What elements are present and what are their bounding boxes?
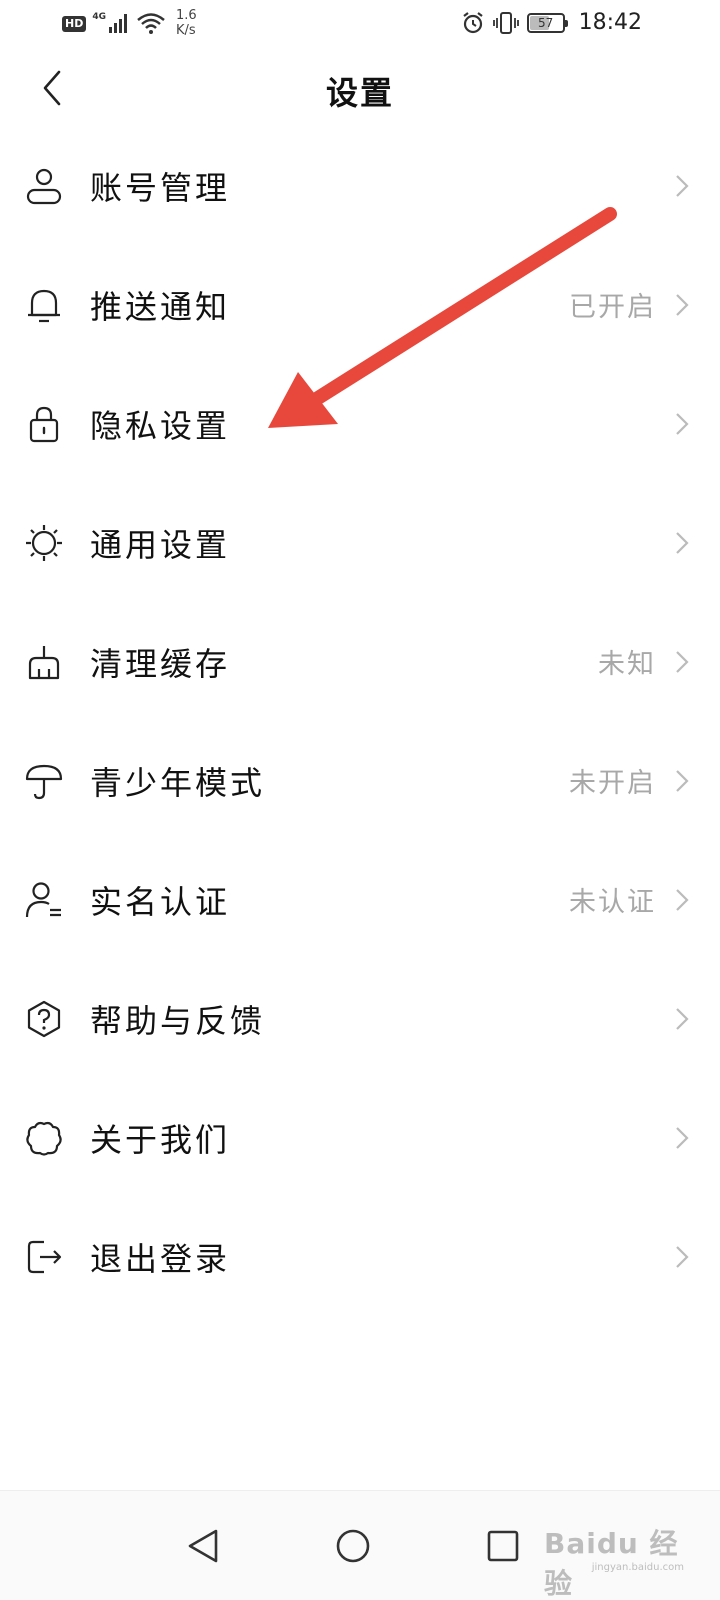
watermark-brand: Baidu 经验 [544, 1527, 679, 1600]
nav-back-button[interactable] [168, 1511, 238, 1581]
chevron-right-icon [672, 648, 692, 676]
settings-item-general[interactable]: 通用设置 [0, 483, 720, 602]
settings-item-account[interactable]: 账号管理 [0, 126, 720, 245]
page-title: 设置 [325, 74, 394, 112]
settings-item-label: 账号管理 [90, 168, 231, 207]
chevron-right-icon [672, 410, 692, 438]
settings-item-real-name[interactable]: 实名认证 未认证 [0, 840, 720, 959]
nav-home-button[interactable] [318, 1511, 388, 1581]
battery-level: 57 [537, 15, 554, 30]
settings-item-label: 青少年模式 [90, 763, 266, 802]
settings-item-label: 帮助与反馈 [90, 1001, 266, 1040]
triangle-back-icon [188, 1529, 218, 1563]
settings-item-label: 通用设置 [90, 525, 231, 564]
settings-item-clear-cache[interactable]: 清理缓存 未知 [0, 602, 720, 721]
settings-item-label: 推送通知 [90, 287, 231, 326]
chevron-right-icon [672, 1005, 692, 1033]
settings-item-help-feedback[interactable]: 帮助与反馈 [0, 959, 720, 1078]
vibrate-icon [492, 11, 519, 34]
user-icon [24, 166, 64, 206]
hd-badge: HD [62, 16, 87, 32]
settings-item-label: 实名认证 [90, 882, 231, 921]
user-id-icon [24, 880, 64, 920]
status-bar: HD 4G 1.6 K/s 57 18:42 [0, 0, 720, 48]
battery-icon: 57 [526, 12, 568, 33]
wifi-icon [137, 13, 165, 34]
chevron-right-icon [672, 291, 692, 319]
settings-list: 账号管理 推送通知 已开启 隐私设置 通用设置 清理缓存 未知 青少年模式 未开… [0, 126, 720, 1316]
settings-item-about-us[interactable]: 关于我们 [0, 1078, 720, 1197]
header: 设置 [0, 56, 720, 120]
bell-icon [24, 285, 64, 325]
umbrella-icon [24, 761, 64, 801]
chevron-right-icon [672, 172, 692, 200]
broom-icon [24, 642, 64, 682]
help-icon [24, 999, 64, 1039]
settings-item-push-notifications[interactable]: 推送通知 已开启 [0, 245, 720, 364]
circle-home-icon [336, 1529, 370, 1563]
status-right: 57 18:42 [461, 10, 642, 35]
clock: 18:42 [578, 10, 642, 35]
settings-item-youth-mode[interactable]: 青少年模式 未开启 [0, 721, 720, 840]
alarm-icon [462, 11, 483, 33]
settings-item-value: 未开启 [569, 768, 656, 799]
settings-item-privacy[interactable]: 隐私设置 [0, 364, 720, 483]
logout-icon [24, 1237, 64, 1277]
lock-icon [24, 404, 64, 444]
speed-unit: K/s [176, 23, 196, 38]
nav-recents-button[interactable] [468, 1511, 538, 1581]
settings-item-label: 退出登录 [90, 1239, 231, 1278]
signal-icon [109, 14, 127, 33]
chevron-right-icon [672, 886, 692, 914]
chevron-right-icon [672, 529, 692, 557]
speed-value: 1.6 [176, 8, 197, 23]
network-speed: 1.6 K/s [176, 8, 197, 38]
settings-item-value: 已开启 [569, 292, 656, 323]
watermark: Baidu 经验 jingyan.baidu.com [544, 1510, 684, 1600]
settings-item-value: 未知 [598, 649, 656, 680]
chevron-right-icon [672, 767, 692, 795]
chevron-right-icon [672, 1124, 692, 1152]
settings-item-label: 清理缓存 [90, 644, 231, 683]
settings-item-label: 隐私设置 [90, 406, 231, 445]
status-left: HD 4G 1.6 K/s [62, 8, 197, 38]
sun-icon [24, 523, 64, 563]
settings-item-label: 关于我们 [90, 1120, 231, 1159]
paw-icon [24, 1118, 64, 1158]
network-type: 4G [92, 12, 106, 22]
settings-item-value: 未认证 [569, 887, 656, 918]
watermark-site: jingyan.baidu.com [591, 1562, 684, 1573]
square-recents-icon [487, 1530, 519, 1562]
chevron-right-icon [672, 1243, 692, 1271]
settings-item-logout[interactable]: 退出登录 [0, 1197, 720, 1316]
